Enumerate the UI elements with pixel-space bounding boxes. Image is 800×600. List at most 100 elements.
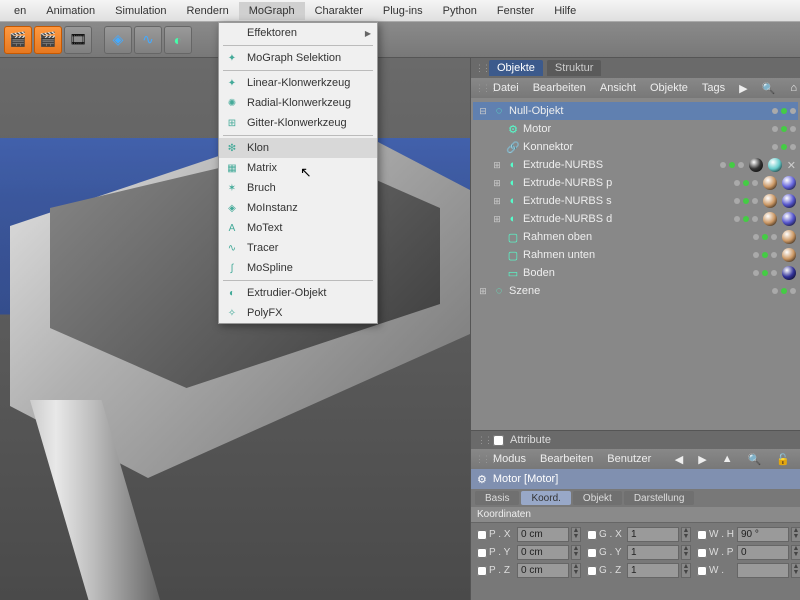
search-icon[interactable]: 🔍	[756, 82, 782, 95]
tree-row[interactable]: ⊞◐Extrude-NURBS s	[473, 192, 798, 210]
nav-up-icon[interactable]: ▲	[716, 453, 739, 466]
tree-status-dots[interactable]	[734, 212, 796, 226]
grip-icon[interactable]: ⋮⋮⋮	[475, 83, 485, 94]
menu-hilfe[interactable]: Hilfe	[544, 2, 586, 20]
spinner-icon[interactable]: ▲▼	[571, 527, 581, 542]
menu-rendern[interactable]: Rendern	[177, 2, 239, 20]
material-sphere-icon[interactable]	[763, 194, 777, 208]
nav-back-icon[interactable]: ◀	[669, 453, 689, 466]
menu-modus[interactable]: Modus	[487, 453, 532, 465]
coord-checkbox[interactable]	[587, 566, 597, 576]
tree-status-dots[interactable]	[734, 176, 796, 190]
tree-toggle-icon[interactable]: ⊟	[477, 106, 489, 117]
grip-icon[interactable]: ⋮⋮⋮	[475, 63, 485, 74]
coord-input[interactable]	[737, 527, 789, 542]
material-sphere-icon[interactable]	[782, 248, 796, 262]
spinner-icon[interactable]: ▲▼	[681, 545, 691, 560]
material-sphere-icon[interactable]	[763, 176, 777, 190]
material-sphere-icon[interactable]	[763, 212, 777, 226]
coord-checkbox[interactable]	[697, 530, 707, 540]
menu-en[interactable]: en	[4, 2, 36, 20]
spinner-icon[interactable]: ▲▼	[681, 527, 691, 542]
dd-moinstanz[interactable]: ◈MoInstanz	[219, 198, 377, 218]
tab-objekte[interactable]: Objekte	[489, 60, 543, 76]
tree-status-dots[interactable]	[772, 108, 796, 114]
coord-input[interactable]	[627, 527, 679, 542]
menu-datei[interactable]: Datei	[487, 82, 525, 94]
menu-python[interactable]: Python	[433, 2, 487, 20]
coord-checkbox[interactable]	[697, 548, 707, 558]
dd-radial-klonwerkzeug[interactable]: ✺Radial-Klonwerkzeug	[219, 93, 377, 113]
tree-row[interactable]: ▢Rahmen oben	[473, 228, 798, 246]
coord-input[interactable]	[517, 563, 569, 578]
attr-checkbox[interactable]	[493, 435, 504, 446]
tree-status-dots[interactable]	[734, 194, 796, 208]
tree-toggle-icon[interactable]: ⊞	[491, 178, 503, 189]
tree-row[interactable]: 🔗Konnektor	[473, 138, 798, 156]
tree-row[interactable]: ⊞◌Szene	[473, 282, 798, 300]
dd-matrix[interactable]: ▦Matrix	[219, 158, 377, 178]
coord-input[interactable]	[627, 563, 679, 578]
tag-x-icon[interactable]: ✕	[787, 159, 796, 172]
menu-bearbeiten[interactable]: Bearbeiten	[534, 453, 599, 465]
attr-tab-koord[interactable]: Koord.	[521, 491, 570, 505]
tree-status-dots[interactable]	[772, 126, 796, 132]
dd-klon[interactable]: ❇Klon	[219, 138, 377, 158]
material-sphere-icon[interactable]	[782, 212, 796, 226]
coord-checkbox[interactable]	[477, 530, 487, 540]
tree-status-dots[interactable]	[753, 230, 796, 244]
material-sphere-icon[interactable]	[782, 176, 796, 190]
spinner-icon[interactable]: ▲▼	[791, 527, 800, 542]
dd-effektoren[interactable]: Effektoren	[219, 23, 377, 43]
coord-checkbox[interactable]	[587, 548, 597, 558]
spinner-icon[interactable]: ▲▼	[681, 563, 691, 578]
menu-animation[interactable]: Animation	[36, 2, 105, 20]
material-sphere-icon[interactable]	[768, 158, 782, 172]
tree-row[interactable]: ▭Boden	[473, 264, 798, 282]
spinner-icon[interactable]: ▲▼	[571, 563, 581, 578]
coord-checkbox[interactable]	[477, 548, 487, 558]
tool-clapperboard2-icon[interactable]: 🎬	[34, 26, 62, 54]
menu-simulation[interactable]: Simulation	[105, 2, 176, 20]
tree-row[interactable]: ⊟◌Null-Objekt	[473, 102, 798, 120]
attr-tab-darstellung[interactable]: Darstellung	[624, 491, 695, 505]
coord-checkbox[interactable]	[587, 530, 597, 540]
menu-fenster[interactable]: Fenster	[487, 2, 544, 20]
tree-toggle-icon[interactable]: ⊞	[491, 196, 503, 207]
tree-row[interactable]: ▢Rahmen unten	[473, 246, 798, 264]
coord-input[interactable]	[517, 545, 569, 560]
grip-icon[interactable]: ⋮⋮⋮	[475, 454, 485, 465]
coord-input[interactable]	[737, 563, 789, 578]
tree-row[interactable]: ⊞◐Extrude-NURBS p	[473, 174, 798, 192]
tree-toggle-icon[interactable]: ⊞	[491, 214, 503, 225]
lock-icon[interactable]: 🔓	[770, 453, 796, 466]
menu-tags[interactable]: Tags	[696, 82, 731, 94]
dd-mograph-selektion[interactable]: ✦MoGraph Selektion	[219, 48, 377, 68]
coord-input[interactable]	[627, 545, 679, 560]
coord-checkbox[interactable]	[697, 566, 707, 576]
menu-mograph[interactable]: MoGraph	[239, 2, 305, 20]
dd-polyfx[interactable]: ✧PolyFX	[219, 303, 377, 323]
coord-input[interactable]	[517, 527, 569, 542]
tree-row[interactable]: ⊞◐Extrude-NURBS d	[473, 210, 798, 228]
attr-tab-basis[interactable]: Basis	[475, 491, 519, 505]
menu-benutzer[interactable]: Benutzer	[601, 453, 657, 465]
home-icon[interactable]: ⌂	[784, 82, 800, 95]
tool-spline-icon[interactable]: ∿	[134, 26, 162, 54]
tree-status-dots[interactable]	[772, 144, 796, 150]
dd-gitter-klonwerkzeug[interactable]: ⊞Gitter-Klonwerkzeug	[219, 113, 377, 133]
tree-status-dots[interactable]	[753, 266, 796, 280]
menu-ansicht[interactable]: Ansicht	[594, 82, 642, 94]
spinner-icon[interactable]: ▲▼	[791, 545, 800, 560]
dd-bruch[interactable]: ✶Bruch	[219, 178, 377, 198]
coord-checkbox[interactable]	[477, 566, 487, 576]
grip-icon[interactable]: ⋮⋮⋮	[477, 435, 487, 446]
coord-input[interactable]	[737, 545, 789, 560]
tab-struktur[interactable]: Struktur	[547, 60, 602, 76]
nav-fwd-icon[interactable]: ▶	[692, 453, 712, 466]
material-sphere-icon[interactable]	[782, 230, 796, 244]
dd-motext[interactable]: AMoText	[219, 218, 377, 238]
menu-objekte[interactable]: Objekte	[644, 82, 694, 94]
tool-cube-icon[interactable]: ◈	[104, 26, 132, 54]
menu-plug-ins[interactable]: Plug-ins	[373, 2, 433, 20]
